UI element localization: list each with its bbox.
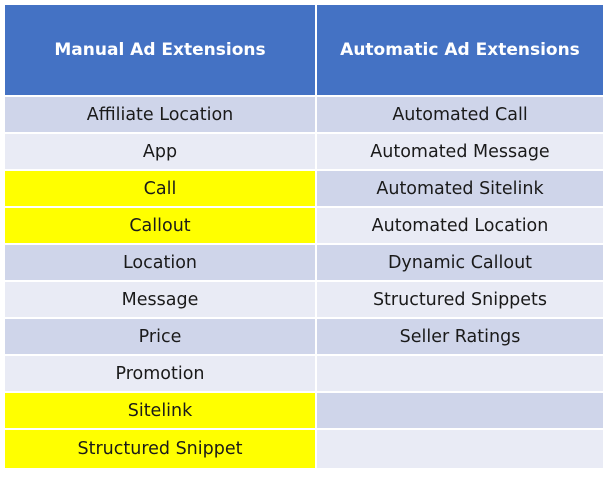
table-row: App Automated Message <box>5 132 603 170</box>
header-manual-ad-extensions: Manual Ad Extensions <box>5 5 317 96</box>
automatic-extension-cell: Structured Snippets <box>316 280 603 318</box>
header-automatic-ad-extensions: Automatic Ad Extensions <box>316 5 603 96</box>
table-row: Location Dynamic Callout <box>5 243 603 281</box>
table-row: Message Structured Snippets <box>5 280 603 318</box>
automatic-extension-cell: Seller Ratings <box>316 317 603 355</box>
manual-extension-cell: Affiliate Location <box>5 95 317 133</box>
automatic-extension-cell: Automated Sitelink <box>316 169 603 207</box>
header-row: Manual Ad Extensions Automatic Ad Extens… <box>5 5 603 96</box>
manual-extension-cell: Call <box>5 169 317 207</box>
ad-extensions-table: Manual Ad Extensions Automatic Ad Extens… <box>5 5 603 468</box>
automatic-extension-cell: Dynamic Callout <box>316 243 603 281</box>
automatic-extension-cell <box>316 354 603 392</box>
table-row: Price Seller Ratings <box>5 317 603 355</box>
manual-extension-cell: Callout <box>5 206 317 244</box>
manual-extension-cell: Location <box>5 243 317 281</box>
table-row: Call Automated Sitelink <box>5 169 603 207</box>
automatic-extension-cell <box>316 391 603 429</box>
manual-extension-cell: Sitelink <box>5 391 317 429</box>
table-row: Promotion <box>5 354 603 392</box>
table-row: Affiliate Location Automated Call <box>5 95 603 133</box>
automatic-extension-cell: Automated Location <box>316 206 603 244</box>
table-row: Callout Automated Location <box>5 206 603 244</box>
table-row: Sitelink <box>5 391 603 429</box>
manual-extension-cell: Structured Snippet <box>5 428 317 468</box>
manual-extension-cell: Message <box>5 280 317 318</box>
automatic-extension-cell: Automated Message <box>316 132 603 170</box>
table-row: Structured Snippet <box>5 428 603 468</box>
manual-extension-cell: Price <box>5 317 317 355</box>
automatic-extension-cell: Automated Call <box>316 95 603 133</box>
automatic-extension-cell <box>316 428 603 468</box>
manual-extension-cell: App <box>5 132 317 170</box>
manual-extension-cell: Promotion <box>5 354 317 392</box>
